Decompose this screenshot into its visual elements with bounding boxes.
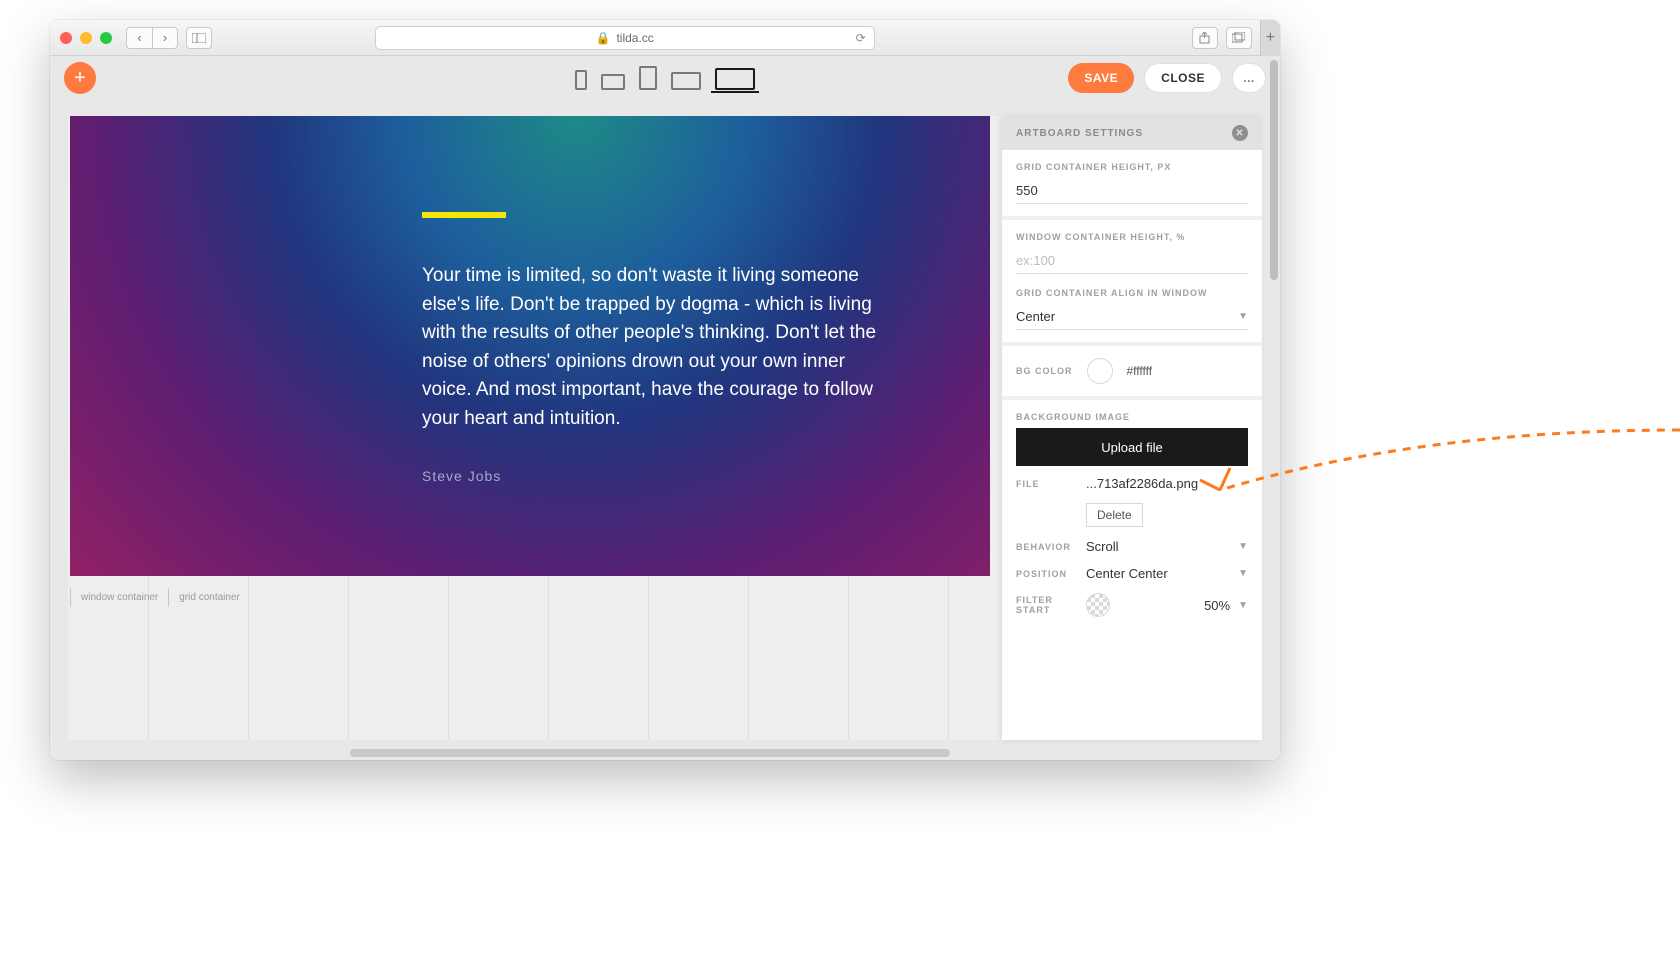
add-block-button[interactable]: + (64, 62, 96, 94)
sidebar-icon (192, 33, 206, 43)
device-laptop-icon[interactable] (671, 72, 701, 90)
artboard[interactable]: Your time is limited, so don't waste it … (70, 116, 990, 576)
chevron-down-icon: ▼ (1238, 541, 1248, 552)
window-controls (60, 32, 112, 44)
address-bar[interactable]: 🔒 tilda.cc ⟳ (375, 26, 875, 50)
label-grid-container: grid container (168, 588, 250, 607)
select-position[interactable]: Center Center ▼ (1086, 566, 1248, 581)
label-bg-color: BG COLOR (1016, 366, 1073, 376)
select-behavior[interactable]: Scroll ▼ (1086, 539, 1248, 554)
accent-bar[interactable] (422, 212, 506, 218)
panel-title: ARTBOARD SETTINGS (1016, 128, 1143, 139)
share-button[interactable] (1192, 27, 1218, 49)
close-button[interactable]: CLOSE (1144, 63, 1222, 93)
label-position: POSITION (1016, 569, 1086, 579)
browser-window: ‹ › 🔒 tilda.cc ⟳ + + (50, 20, 1280, 760)
save-button[interactable]: SAVE (1068, 63, 1134, 93)
select-behavior-value: Scroll (1086, 539, 1119, 554)
input-grid-height[interactable] (1016, 178, 1248, 204)
label-bg-image: BACKGROUND IMAGE (1016, 412, 1248, 422)
share-icon (1199, 32, 1210, 44)
tabs-button[interactable] (1226, 27, 1252, 49)
reload-icon[interactable]: ⟳ (856, 31, 866, 45)
nav-buttons: ‹ › (126, 27, 178, 49)
device-tablet-landscape-icon[interactable] (601, 74, 625, 90)
nav-forward-button[interactable]: › (152, 27, 178, 49)
device-desktop-icon[interactable] (715, 68, 755, 90)
device-phone-icon[interactable] (575, 70, 587, 90)
url-host: tilda.cc (616, 31, 653, 45)
canvas-rulers: window container grid container (70, 588, 250, 607)
tabs-icon (1232, 32, 1245, 43)
filter-start-value: 50% (1204, 598, 1230, 613)
label-file: FILE (1016, 479, 1086, 489)
window-zoom-icon[interactable] (100, 32, 112, 44)
quote-author[interactable]: Steve Jobs (422, 468, 501, 484)
more-button[interactable]: ... (1232, 63, 1266, 93)
chevron-down-icon: ▼ (1238, 600, 1248, 611)
new-tab-button[interactable]: + (1260, 20, 1280, 56)
filter-swatch-icon (1086, 593, 1110, 617)
select-grid-align-value: Center (1016, 309, 1055, 324)
browser-toolbar: ‹ › 🔒 tilda.cc ⟳ + (50, 20, 1280, 56)
bg-color-value[interactable]: #ffffff (1127, 364, 1153, 378)
horizontal-scrollbar[interactable] (350, 749, 950, 757)
chevron-down-icon: ▼ (1238, 568, 1248, 579)
select-grid-align[interactable]: Center ▼ (1016, 304, 1248, 330)
upload-file-button[interactable]: Upload file (1016, 428, 1248, 466)
label-window-height: WINDOW CONTAINER HEIGHT, % (1016, 232, 1248, 242)
chevron-down-icon: ▼ (1238, 311, 1248, 322)
app-viewport: + SAVE CLOSE ... (50, 56, 1280, 760)
file-name: ...713af2286da.png (1086, 476, 1198, 491)
panel-header: ARTBOARD SETTINGS ✕ (1002, 116, 1262, 150)
label-behavior: BEHAVIOR (1016, 542, 1086, 552)
label-grid-align: GRID CONTAINER ALIGN IN WINDOW (1016, 288, 1248, 298)
device-tablet-portrait-icon[interactable] (639, 66, 657, 90)
label-grid-height: GRID CONTAINER HEIGHT, PX (1016, 162, 1248, 172)
nav-back-button[interactable]: ‹ (126, 27, 152, 49)
panel-scrollbar[interactable] (1270, 60, 1278, 280)
settings-panel: ARTBOARD SETTINGS ✕ GRID CONTAINER HEIGH… (1002, 116, 1262, 740)
window-close-icon[interactable] (60, 32, 72, 44)
label-window-container: window container (70, 588, 168, 607)
panel-close-button[interactable]: ✕ (1232, 125, 1248, 141)
label-filter-start: FILTER START (1016, 595, 1086, 615)
select-filter-start[interactable]: 50% ▼ (1086, 593, 1248, 617)
device-preview-switcher (575, 66, 755, 90)
bg-color-swatch[interactable] (1087, 358, 1113, 384)
select-position-value: Center Center (1086, 566, 1168, 581)
lock-icon: 🔒 (596, 31, 611, 45)
quote-text[interactable]: Your time is limited, so don't waste it … (422, 262, 892, 433)
sidebar-toggle-button[interactable] (186, 27, 212, 49)
input-window-height[interactable] (1016, 248, 1248, 274)
delete-file-button[interactable]: Delete (1086, 503, 1143, 527)
app-toolbar: + SAVE CLOSE ... (50, 56, 1280, 100)
window-minimize-icon[interactable] (80, 32, 92, 44)
